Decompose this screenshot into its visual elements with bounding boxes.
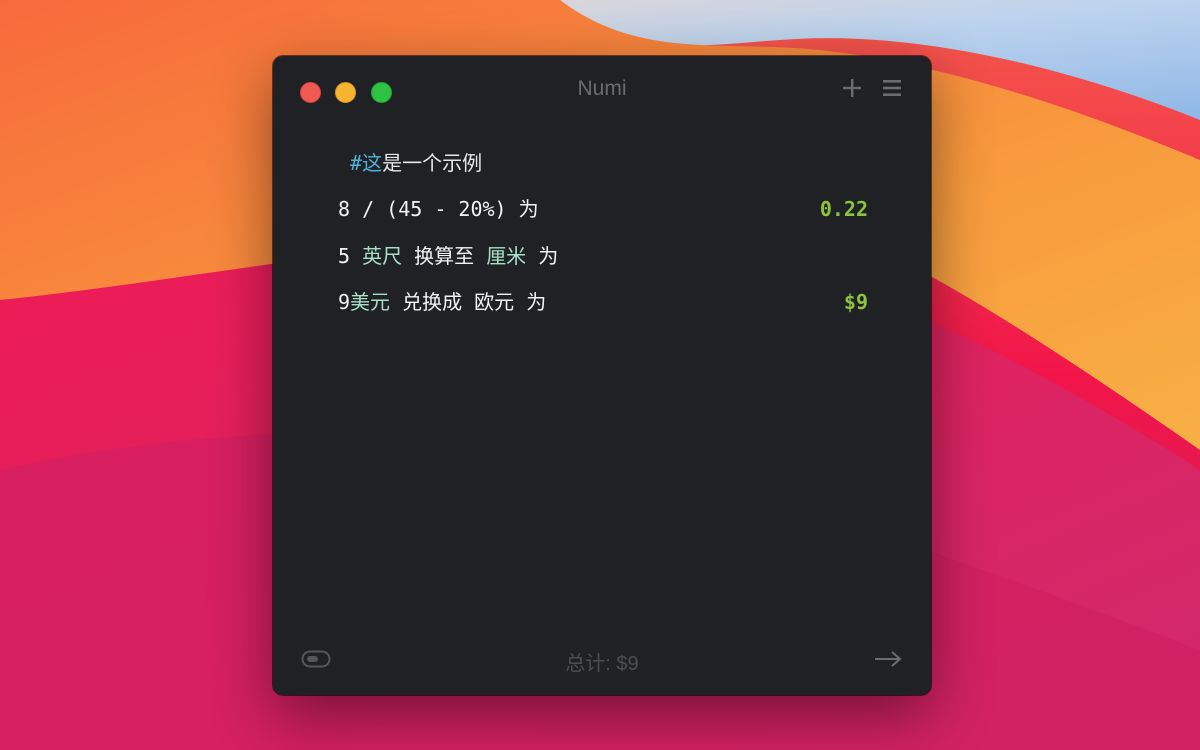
hamburger-menu-icon[interactable] [880, 76, 904, 100]
expression-text: 9美元 兑换成 欧元 为 [338, 290, 547, 314]
titlebar: Numi [273, 56, 931, 122]
editor-line-comment[interactable]: #这是一个示例 [338, 146, 868, 180]
window-title: Numi [577, 77, 627, 100]
arrow-right-icon[interactable] [873, 649, 903, 669]
expression-text: 8 / (45 - 20%) 为 [338, 197, 539, 221]
result-value: $9 [843, 290, 868, 314]
editor-line-currency-conversion[interactable]: 9美元 兑换成 欧元 为 $9 [338, 285, 868, 319]
expression-text: 5 英尺 换算至 厘米 为 [338, 244, 559, 268]
footer-bar: 总计: $9 [273, 625, 931, 695]
plus-icon[interactable] [840, 76, 864, 100]
comment-text: #这是一个示例 [350, 151, 483, 175]
editor-line-expression[interactable]: 8 / (45 - 20%) 为 0.22 [338, 192, 868, 226]
numi-window: Numi #这是一个示例 8 / (45 - 20%) 为 0.22 5 英尺 … [273, 56, 931, 695]
total-label: 总计: $9 [565, 653, 639, 675]
result-value: 0.22 [819, 197, 868, 221]
editor-line-unit-conversion[interactable]: 5 英尺 换算至 厘米 为 [338, 239, 868, 273]
